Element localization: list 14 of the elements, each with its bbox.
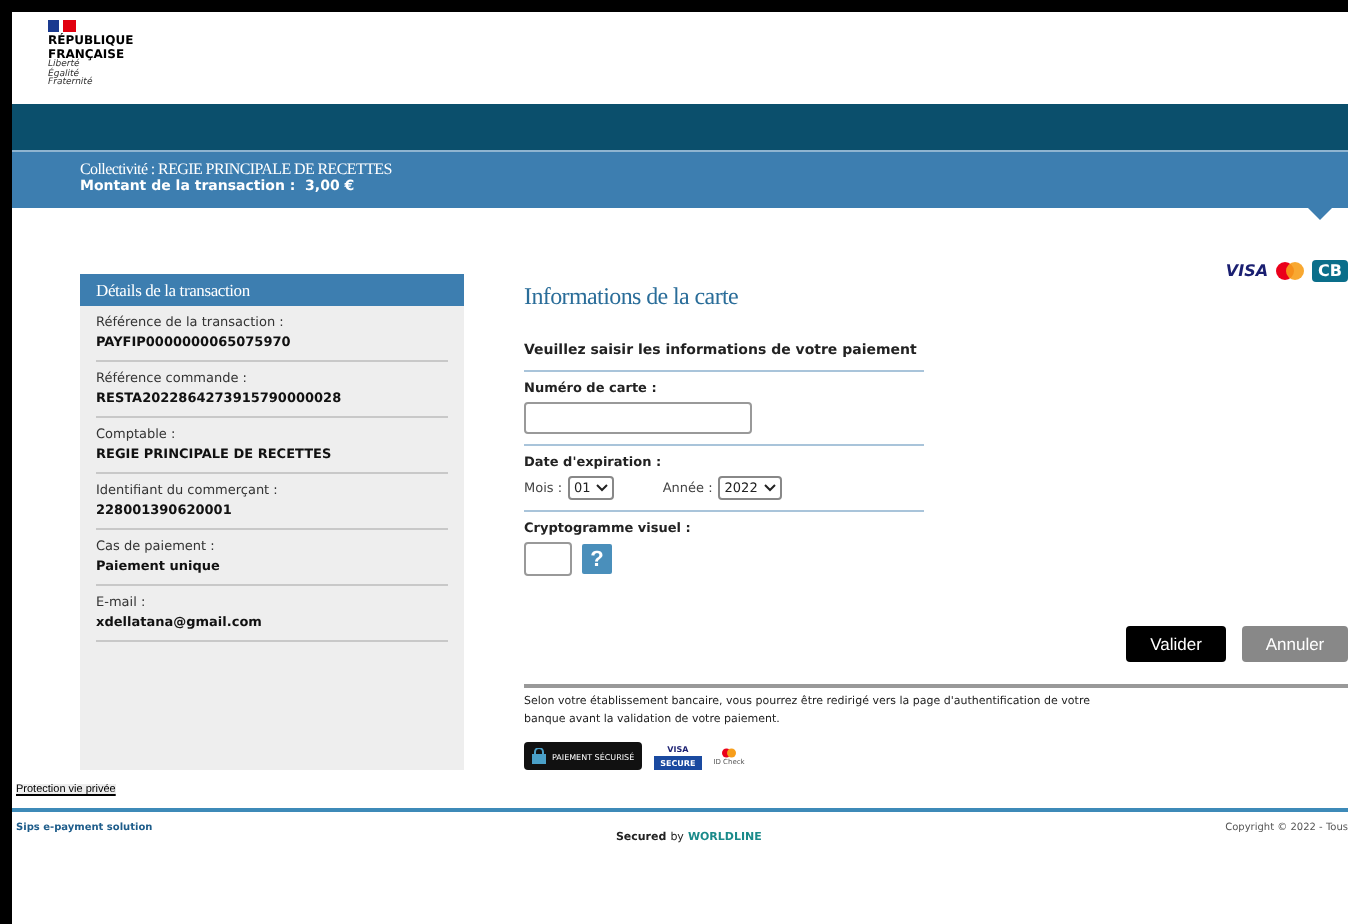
- chevron-down-icon: [596, 484, 609, 492]
- section-title: Informations de la carte: [524, 282, 739, 312]
- flag-icon: [48, 20, 76, 32]
- help-button[interactable]: ?: [582, 544, 612, 574]
- collectivite-text: Collectivité : REGIE PRINCIPALE DE RECETTES: [80, 160, 394, 178]
- chevron-down-icon: [763, 484, 776, 492]
- validate-button[interactable]: Valider: [1126, 626, 1226, 662]
- cancel-button[interactable]: Annuler: [1242, 626, 1348, 662]
- panel-title: Détails de la transaction: [80, 274, 464, 306]
- visa-logo: VISA: [1225, 262, 1269, 280]
- cb-logo: CB: [1312, 260, 1348, 282]
- mastercard-logo: [1276, 262, 1305, 280]
- cvv-field[interactable]: [524, 542, 572, 576]
- card-number-field[interactable]: [524, 402, 752, 434]
